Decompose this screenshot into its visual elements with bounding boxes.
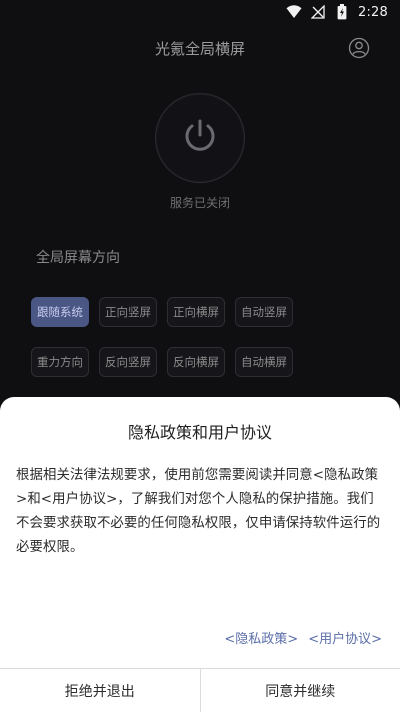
clock-time: 2:28 — [358, 4, 388, 20]
dialog-title: 隐私政策和用户协议 — [127, 423, 272, 442]
status-bar: 2:28 — [0, 0, 400, 24]
no-signal-icon — [310, 4, 326, 20]
orientation-option-auto-portrait[interactable]: 自动竖屏 — [235, 297, 293, 327]
battery-icon — [334, 4, 350, 20]
orientation-option-landscape[interactable]: 正向横屏 — [167, 297, 225, 327]
orientation-option-reverse-portrait[interactable]: 反向竖屏 — [99, 347, 157, 377]
privacy-dialog: 隐私政策和用户协议 根据相关法律法规要求，使用前您需要阅读并同意<隐私政策>和<… — [0, 397, 400, 712]
orientation-options: 跟随系统 正向竖屏 正向横屏 自动竖屏 重力方向 反向竖屏 反向横屏 自动横屏 — [31, 297, 295, 377]
orientation-option-auto-landscape[interactable]: 自动横屏 — [235, 347, 293, 377]
section-label-orientation: 全局屏幕方向 — [36, 250, 120, 266]
accept-continue-button[interactable]: 同意并继续 — [199, 669, 400, 712]
orientation-option-gravity[interactable]: 重力方向 — [31, 347, 89, 377]
policy-links: <隐私政策> <用户协议> — [224, 628, 382, 647]
orientation-option-reverse-landscape[interactable]: 反向横屏 — [167, 347, 225, 377]
power-toggle-button[interactable] — [155, 93, 245, 183]
dialog-body-text: 根据相关法律法规要求，使用前您需要阅读并同意<隐私政策>和<用户协议>，了解我们… — [16, 468, 381, 555]
wifi-icon — [286, 4, 302, 20]
orientation-option-follow-system[interactable]: 跟随系统 — [31, 297, 89, 327]
decline-exit-button[interactable]: 拒绝并退出 — [0, 669, 200, 712]
user-circle-icon[interactable] — [348, 37, 370, 59]
orientation-option-portrait[interactable]: 正向竖屏 — [99, 297, 157, 327]
service-status-text: 服务已关闭 — [169, 196, 230, 210]
power-icon — [180, 116, 220, 160]
privacy-policy-link[interactable]: <隐私政策> — [224, 628, 298, 647]
user-agreement-link[interactable]: <用户协议> — [308, 628, 382, 647]
dialog-button-bar: 拒绝并退出 同意并继续 — [0, 668, 400, 712]
app-header: 光氪全局横屏 — [0, 24, 400, 72]
app-title: 光氪全局横屏 — [154, 39, 245, 58]
